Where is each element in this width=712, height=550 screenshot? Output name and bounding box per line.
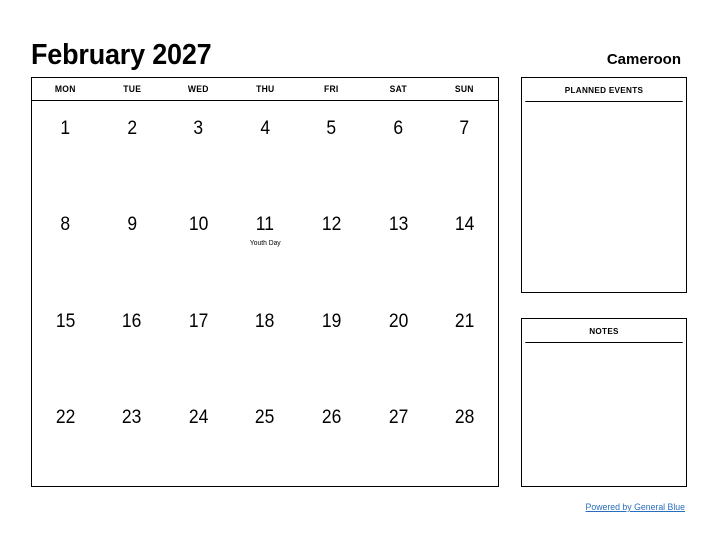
day-cell[interactable]: 26 <box>298 390 365 486</box>
day-cell[interactable]: 7 <box>431 101 498 197</box>
day-of-week-tue: TUE <box>122 84 141 94</box>
day-cell[interactable]: 10 <box>165 197 232 293</box>
country-label: Cameroon <box>606 51 681 68</box>
calendar-week-row: 1 2 3 4 5 6 7 <box>32 101 498 197</box>
notes-panel: NOTES <box>521 318 687 487</box>
page-header: February 2027 Cameroon <box>31 28 681 70</box>
day-of-week-wed: WED <box>188 84 209 94</box>
calendar-week-row: 15 16 17 18 19 20 21 <box>32 294 498 390</box>
day-number: 12 <box>321 214 342 236</box>
day-number: 7 <box>459 118 470 139</box>
day-number: 25 <box>255 406 275 428</box>
day-number: 9 <box>127 214 137 236</box>
day-number: 13 <box>388 214 408 236</box>
day-cell[interactable]: 6 <box>365 101 432 197</box>
day-cell[interactable]: 12 <box>298 197 365 293</box>
day-cell[interactable]: 20 <box>365 294 432 390</box>
day-cell[interactable]: 5 <box>298 101 365 197</box>
calendar-grid: MON TUE WED THU FRI SAT SUN 1 2 3 4 5 6 … <box>31 77 499 487</box>
day-cell[interactable]: 3 <box>165 101 232 197</box>
day-cell[interactable]: 15 <box>32 294 99 390</box>
day-of-week-mon: MON <box>54 84 76 94</box>
day-cell[interactable]: 2 <box>99 101 166 197</box>
page-title: February 2027 <box>31 39 212 71</box>
day-number: 21 <box>455 310 475 332</box>
notes-body[interactable] <box>522 343 686 486</box>
day-cell[interactable]: 24 <box>165 390 232 486</box>
day-of-week-fri: FRI <box>324 84 339 94</box>
day-of-week-header-row: MON TUE WED THU FRI SAT SUN <box>32 78 498 101</box>
calendar-week-row: 22 23 24 25 26 27 28 <box>32 390 498 486</box>
powered-by-link[interactable]: Powered by General Blue <box>586 502 685 512</box>
day-cell[interactable]: 27 <box>365 390 432 486</box>
day-number: 18 <box>255 310 275 332</box>
day-cell[interactable]: 8 <box>32 197 99 293</box>
notes-title: NOTES <box>525 319 683 343</box>
planned-events-title: PLANNED EVENTS <box>525 78 683 102</box>
day-number: 28 <box>455 406 475 428</box>
day-number: 20 <box>388 310 408 332</box>
day-of-week-sat: SAT <box>389 84 407 94</box>
day-cell[interactable]: 21 <box>431 294 498 390</box>
day-number: 19 <box>321 310 342 332</box>
day-number: 24 <box>188 406 209 428</box>
day-number: 5 <box>326 118 337 139</box>
calendar-week-row: 8 9 10 11 Youth Day 12 13 14 <box>32 197 498 293</box>
day-cell[interactable]: 14 <box>431 197 498 293</box>
day-number: 27 <box>388 406 408 428</box>
day-number: 22 <box>55 406 76 428</box>
day-number: 11 <box>255 214 275 236</box>
planned-events-panel: PLANNED EVENTS <box>521 77 687 293</box>
day-cell[interactable]: 18 <box>232 294 299 390</box>
day-of-week-sun: SUN <box>455 84 475 94</box>
day-number: 4 <box>260 118 270 139</box>
day-cell[interactable]: 1 <box>32 101 99 197</box>
day-cell[interactable]: 16 <box>99 294 166 390</box>
day-cell[interactable]: 25 <box>232 390 299 486</box>
day-cell[interactable]: 19 <box>298 294 365 390</box>
day-cell[interactable]: 13 <box>365 197 432 293</box>
planned-events-body[interactable] <box>522 102 686 292</box>
day-number: 1 <box>60 118 71 139</box>
day-number: 14 <box>455 214 475 236</box>
day-number: 15 <box>55 310 76 332</box>
day-of-week-thu: THU <box>255 84 275 94</box>
day-number: 26 <box>321 406 342 428</box>
day-cell[interactable]: 23 <box>99 390 166 486</box>
day-number: 10 <box>188 214 209 236</box>
day-cell-with-event[interactable]: 11 Youth Day <box>232 197 299 293</box>
day-event-label: Youth Day <box>249 240 281 248</box>
day-number: 23 <box>122 406 142 428</box>
day-number: 2 <box>127 118 137 139</box>
day-number: 16 <box>122 310 142 332</box>
day-cell[interactable]: 4 <box>232 101 299 197</box>
day-cell[interactable]: 22 <box>32 390 99 486</box>
day-number: 3 <box>193 118 204 139</box>
day-number: 17 <box>188 310 209 332</box>
day-cell[interactable]: 9 <box>99 197 166 293</box>
day-cell[interactable]: 17 <box>165 294 232 390</box>
day-number: 6 <box>393 118 404 139</box>
day-number: 8 <box>60 214 71 236</box>
day-cell[interactable]: 28 <box>431 390 498 486</box>
calendar-weeks: 1 2 3 4 5 6 7 8 9 10 11 Youth Day 12 13 … <box>32 101 498 486</box>
footer: Powered by General Blue <box>521 497 687 515</box>
